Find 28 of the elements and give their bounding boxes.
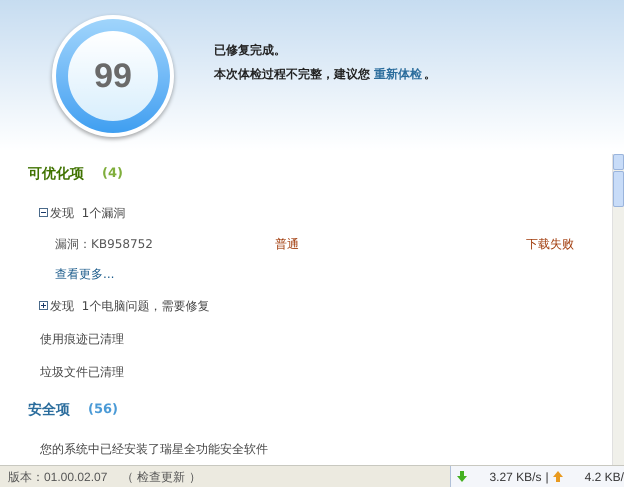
severity-label: 普通 — [275, 236, 299, 253]
result-text: 垃圾文件已清理 — [40, 364, 124, 380]
scrollbar[interactable] — [612, 154, 624, 465]
vulnerability-name: 漏洞：KB958752 — [55, 236, 154, 253]
download-speed: 3.27 KB/s — [489, 468, 542, 486]
download-arrow-icon — [457, 471, 468, 482]
section-title: 可优化项 — [28, 164, 84, 184]
expand-icon[interactable] — [39, 301, 48, 310]
status-message: 已修复完成。 — [214, 42, 287, 59]
collapse-icon[interactable] — [39, 208, 48, 217]
check-update-link[interactable]: （ 检查更新 ） — [121, 468, 202, 486]
recheck-link[interactable]: 重新体检 — [374, 65, 422, 83]
advice-period: 。 — [424, 66, 436, 83]
result-text: 您的系统中已经安装了瑞星全功能安全软件 — [40, 440, 268, 458]
status-label: 下载失败 — [526, 236, 574, 253]
finding-label: 发现 1个电脑问题，需要修复 — [50, 298, 210, 314]
result-text: 使用痕迹已清理 — [40, 330, 124, 348]
advice-message: 本次体检过程不完整，建议您 — [214, 66, 370, 83]
section-title: 安全项 — [28, 400, 70, 420]
finding-label: 发现 1个漏洞 — [50, 204, 126, 222]
speed-separator: | — [546, 468, 549, 486]
upload-arrow-icon — [552, 471, 563, 482]
see-more-link[interactable]: 查看更多... — [55, 265, 114, 283]
section-count: (4) — [102, 165, 123, 184]
section-count: (56) — [88, 401, 118, 420]
version-label: 版本：01.00.02.07 — [8, 468, 108, 486]
upload-speed: 4.2 KB/ — [584, 468, 624, 486]
score-value: 99 — [94, 56, 132, 96]
